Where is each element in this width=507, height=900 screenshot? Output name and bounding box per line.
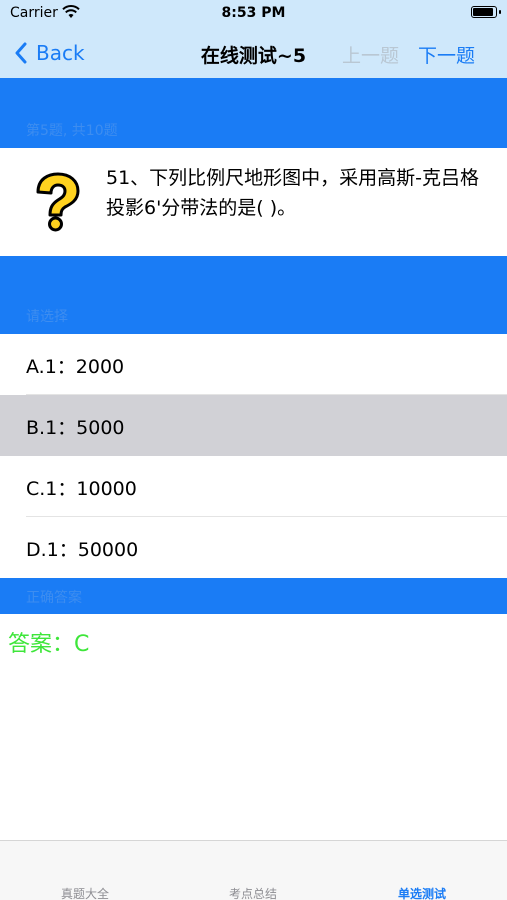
- tab-bar: 真题大全 考点总结 单选测试: [0, 840, 507, 900]
- option-b[interactable]: B.1：5000: [0, 395, 507, 456]
- question-cell: 51、下列比例尺地形图中，采用高斯-克吕格投影6'分带法的是( )。: [0, 148, 507, 256]
- option-a-label: A.1：2000: [26, 356, 125, 378]
- options-section-label: 请选择: [26, 309, 68, 325]
- option-c[interactable]: C.1：10000: [0, 456, 507, 517]
- option-c-label: C.1：10000: [26, 478, 137, 500]
- options-section-header: 请选择: [0, 256, 507, 334]
- option-d-label: D.1：50000: [26, 539, 139, 561]
- answer-section-label: 正确答案: [26, 590, 82, 606]
- battery-icon: [471, 6, 501, 18]
- navigation-bar: Back 在线测试~5 上一题 下一题: [0, 28, 507, 78]
- clock-time: 8:53 PM: [221, 5, 286, 21]
- previous-question-button[interactable]: 上一题: [342, 41, 399, 68]
- status-bar: Carrier 8:53 PM: [0, 0, 507, 28]
- tab-key-points[interactable]: 考点总结: [193, 885, 313, 900]
- option-b-label: B.1：5000: [26, 417, 125, 439]
- option-d[interactable]: D.1：50000: [0, 517, 507, 578]
- answer-section-header: 正确答案: [0, 578, 507, 614]
- option-a[interactable]: A.1：2000: [0, 334, 507, 395]
- question-section-label: 第5题, 共10题: [26, 123, 118, 139]
- question-text: 51、下列比例尺地形图中，采用高斯-克吕格投影6'分带法的是( )。: [106, 167, 480, 219]
- next-question-button[interactable]: 下一题: [418, 41, 475, 68]
- correct-answer: 答案：C: [8, 632, 90, 657]
- question-mark-icon: [36, 172, 80, 232]
- tab-single-choice-test[interactable]: 单选测试: [362, 885, 482, 900]
- tab-exam-collection[interactable]: 真题大全: [25, 885, 145, 900]
- question-section-header: 第5题, 共10题: [0, 78, 507, 148]
